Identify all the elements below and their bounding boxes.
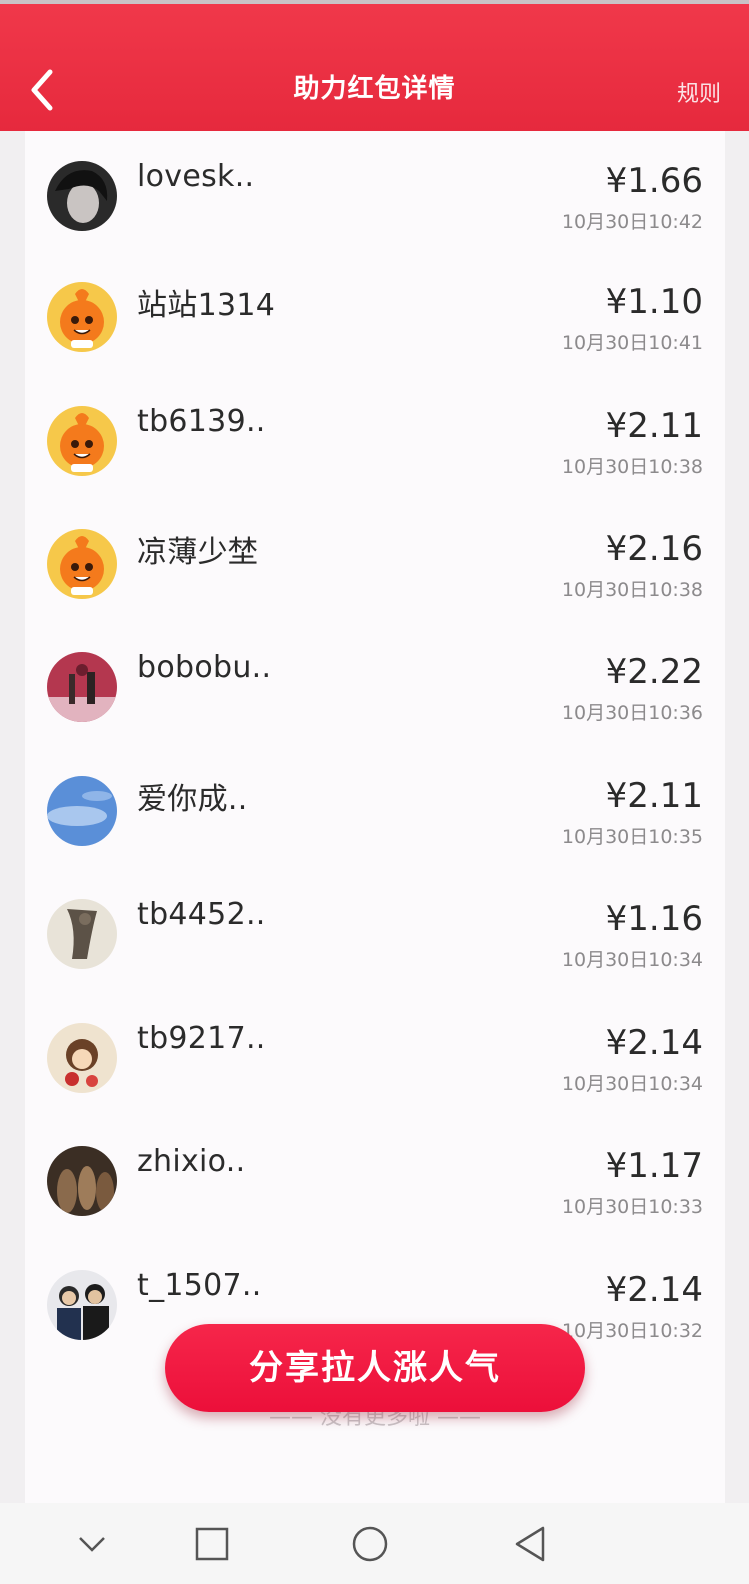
user-name: 凉薄少埜 [137, 535, 259, 570]
list-item: tb6139.. ¥2.11 10月30日10:38 [25, 376, 725, 500]
list-item: 爱你成.. ¥2.11 10月30日10:35 [25, 746, 725, 870]
list-item: tb9217.. ¥2.14 10月30日10:34 [25, 993, 725, 1117]
list-item: zhixio.. ¥1.17 10月30日10:33 [25, 1116, 725, 1240]
avatar[interactable] [47, 1023, 117, 1093]
nav-home-button[interactable] [345, 1519, 395, 1569]
timestamp: 10月30日10:38 [561, 456, 703, 478]
avatar[interactable] [47, 652, 117, 722]
list-item: tb4452.. ¥1.16 10月30日10:34 [25, 869, 725, 993]
user-name: 站站1314 [137, 288, 276, 323]
avatar[interactable] [47, 776, 117, 846]
avatar[interactable] [47, 282, 117, 352]
amount: ¥1.16 [605, 899, 703, 939]
timestamp: 10月30日10:38 [561, 579, 703, 601]
user-name: tb9217.. [137, 1021, 266, 1056]
avatar[interactable] [47, 899, 117, 969]
timestamp: 10月30日10:34 [561, 949, 703, 971]
user-name: t_1507.. [137, 1268, 262, 1303]
record-list: lovesk.. ¥1.66 10月30日10:42 站站1314 ¥1.10 10月30… [25, 131, 725, 1503]
user-name: tb6139.. [137, 404, 266, 439]
page-title: 助力红包详情 [293, 74, 456, 104]
list-item: 凉薄少埜 ¥2.16 10月30日10:38 [25, 499, 725, 623]
avatar[interactable] [47, 529, 117, 599]
user-name: bobobu.. [137, 650, 272, 685]
timestamp: 10月30日10:35 [561, 826, 703, 848]
user-name: lovesk.. [137, 159, 255, 194]
rules-link[interactable]: 规则 [677, 76, 721, 108]
user-name: tb4452.. [137, 897, 266, 932]
amount: ¥2.16 [605, 529, 703, 569]
amount: ¥1.17 [605, 1146, 703, 1186]
timestamp: 10月30日10:41 [561, 332, 703, 354]
list-item: bobobu.. ¥2.22 10月30日10:36 [25, 622, 725, 746]
user-name: 爱你成.. [137, 782, 248, 817]
timestamp: 10月30日10:36 [561, 702, 703, 724]
list-item: lovesk.. ¥1.66 10月30日10:42 [25, 131, 725, 255]
avatar[interactable] [47, 1146, 117, 1216]
amount: ¥2.14 [605, 1270, 703, 1310]
nav-recents-button[interactable] [187, 1519, 237, 1569]
avatar[interactable] [47, 1270, 117, 1340]
amount: ¥1.10 [605, 282, 703, 322]
square-icon [195, 1527, 229, 1561]
amount: ¥2.11 [605, 776, 703, 816]
timestamp: 10月30日10:32 [561, 1320, 703, 1342]
timestamp: 10月30日10:33 [561, 1196, 703, 1218]
amount: ¥2.22 [605, 652, 703, 692]
chevron-down-icon [79, 1537, 105, 1552]
timestamp: 10月30日10:42 [561, 211, 703, 233]
avatar[interactable] [47, 406, 117, 476]
avatar[interactable] [47, 161, 117, 231]
amount: ¥2.11 [605, 406, 703, 446]
system-nav-bar [0, 1503, 749, 1584]
header-bar: 助力红包详情 规则 [0, 0, 749, 131]
timestamp: 10月30日10:34 [561, 1073, 703, 1095]
amount: ¥1.66 [605, 161, 703, 201]
user-name: zhixio.. [137, 1144, 246, 1179]
circle-icon [352, 1526, 388, 1562]
nav-down-button[interactable] [67, 1519, 117, 1569]
share-button[interactable]: 分享拉人涨人气 [165, 1324, 585, 1412]
list-item: 站站1314 ¥1.10 10月30日10:41 [25, 252, 725, 376]
nav-back-button[interactable] [505, 1519, 555, 1569]
amount: ¥2.14 [605, 1023, 703, 1063]
triangle-back-icon [515, 1526, 545, 1562]
